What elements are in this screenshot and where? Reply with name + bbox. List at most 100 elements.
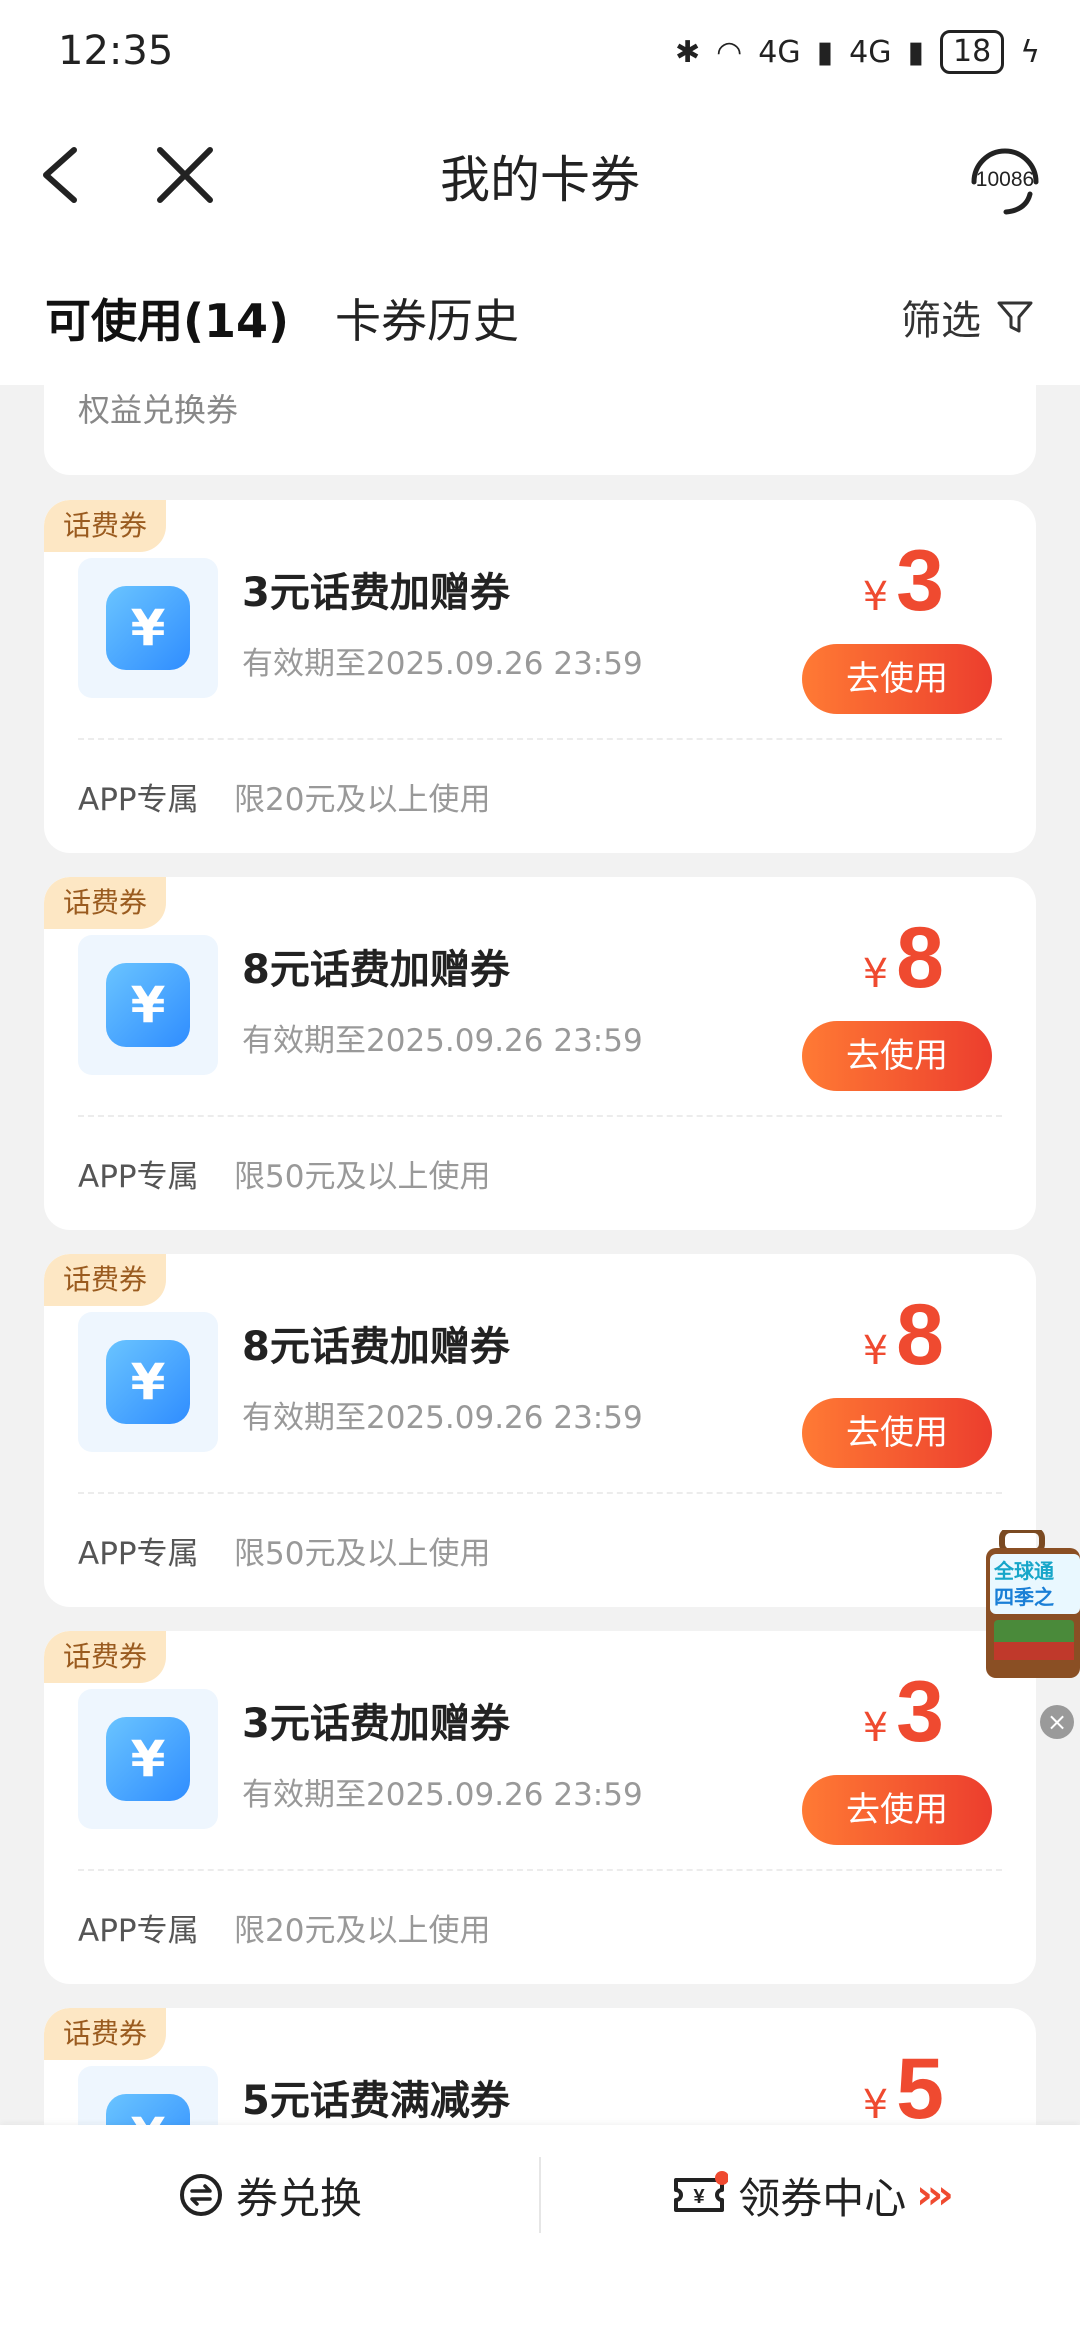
use-button[interactable]: 去使用 xyxy=(802,1398,992,1468)
bluetooth-icon: ✱ xyxy=(674,34,701,70)
coupon-tag: 话费券 xyxy=(44,1254,166,1306)
coupon-title: 8元话费加赠券 xyxy=(242,1324,510,1370)
dashed-divider xyxy=(78,738,1002,740)
yuan-icon: ¥ xyxy=(106,1717,190,1801)
price-value: 3 xyxy=(896,1664,944,1760)
tab-history[interactable]: 卡券历史 xyxy=(335,285,519,351)
ad-line-1: 全球通 xyxy=(993,1559,1054,1583)
coupon-icon-container: ¥ xyxy=(78,935,218,1075)
dashed-divider xyxy=(78,1492,1002,1494)
coupon-center-label: 领券中心 xyxy=(738,2173,907,2223)
funnel-icon xyxy=(997,301,1033,333)
previous-card-label: 权益兑换券 xyxy=(78,391,239,429)
coupon-list[interactable]: 权益兑换券 话费券 ¥ 3元话费加赠券 有效期至2025.09.26 23:59… xyxy=(0,385,1080,2125)
price-value: 5 xyxy=(896,2041,944,2125)
coupon-title: 3元话费加赠券 xyxy=(242,1701,510,1747)
use-button[interactable]: 去使用 xyxy=(802,1021,992,1091)
currency-symbol: ¥ xyxy=(862,951,889,997)
filter-label: 筛选 xyxy=(901,298,981,344)
coupon-validity: 有效期至2025.09.26 23:59 xyxy=(242,1400,643,1436)
dashed-divider xyxy=(78,1115,1002,1117)
coupon-card[interactable]: 话费券 ¥ 5元话费满减券 ¥5 xyxy=(44,2008,1036,2125)
status-bar: 12:35 ✱ ◠ 4G ▮ 4G ▮ 18 ϟ xyxy=(0,0,1080,110)
tab-available[interactable]: 可使用(14) xyxy=(45,285,289,351)
coupon-price: ¥3 xyxy=(863,1663,944,1762)
filter-button[interactable]: 筛选 xyxy=(901,288,1035,346)
wifi-icon: ◠ xyxy=(716,34,743,70)
coupon-tag: 话费券 xyxy=(44,877,166,929)
exchange-button[interactable]: 券兑换 xyxy=(0,2125,540,2265)
signal-label-2: 4G xyxy=(849,34,892,70)
yuan-icon: ¥ xyxy=(106,1340,190,1424)
headset-icon: 10086 xyxy=(971,148,1039,215)
use-button[interactable]: 去使用 xyxy=(802,644,992,714)
exchange-icon xyxy=(179,2174,222,2216)
coupon-icon-container: ¥ xyxy=(78,1689,218,1829)
coupon-validity: 有效期至2025.09.26 23:59 xyxy=(242,1777,643,1813)
coupon-limit: 限50元及以上使用 xyxy=(234,1159,491,1195)
coupon-card[interactable]: 话费券 ¥ 3元话费加赠券 有效期至2025.09.26 23:59 ¥3 去使… xyxy=(44,500,1036,853)
exchange-label: 券兑换 xyxy=(235,2173,362,2223)
page-title: 我的卡券 xyxy=(440,151,640,209)
coupon-validity: 有效期至2025.09.26 23:59 xyxy=(242,1023,643,1059)
nav-bar: 我的卡券 10086 xyxy=(0,110,1080,240)
coupon-icon-container: ¥ xyxy=(78,558,218,698)
coupon-icon-container: ¥ xyxy=(78,2066,218,2125)
currency-symbol: ¥ xyxy=(862,1328,889,1374)
yuan-icon: ¥ xyxy=(106,2094,190,2125)
dashed-divider xyxy=(78,1869,1002,1871)
suitcase-icon: 全球通 四季之 xyxy=(986,1527,1080,1678)
coupon-limit: 限50元及以上使用 xyxy=(234,1536,491,1572)
battery-indicator: 18 xyxy=(940,30,1005,74)
chevrons-right-icon: ››› xyxy=(916,2172,954,2218)
coupon-icon-container: ¥ xyxy=(78,1312,218,1452)
coupon-price: ¥3 xyxy=(863,532,944,631)
price-value: 3 xyxy=(896,533,944,629)
coupon-center-button[interactable]: ¥ 领券中心 ››› xyxy=(540,2125,1080,2265)
price-value: 8 xyxy=(896,1287,944,1383)
signal-icon: ▮ xyxy=(816,34,834,70)
price-value: 8 xyxy=(896,910,944,1006)
currency-symbol: ¥ xyxy=(862,1705,889,1751)
coupon-card[interactable]: 话费券 ¥ 8元话费加赠券 有效期至2025.09.26 23:59 ¥8 去使… xyxy=(44,877,1036,1230)
coupon-card[interactable]: 话费券 ¥ 3元话费加赠券 有效期至2025.09.26 23:59 ¥3 去使… xyxy=(44,1631,1036,1984)
coupon-channel: APP专属 xyxy=(78,1159,199,1195)
coupon-tag: 话费券 xyxy=(44,500,166,552)
previous-card[interactable]: 权益兑换券 xyxy=(44,385,1036,475)
charging-icon: ϟ xyxy=(1020,34,1040,70)
coupon-validity: 有效期至2025.09.26 23:59 xyxy=(242,646,643,682)
coupon-price: ¥8 xyxy=(863,1286,944,1385)
signal-label-1: 4G xyxy=(758,34,801,70)
coupon-price: ¥5 xyxy=(863,2040,944,2125)
coupon-price: ¥8 xyxy=(863,909,944,1008)
coupon-title: 8元话费加赠券 xyxy=(242,947,510,993)
floating-ad[interactable]: 全球通 四季之 xyxy=(980,1527,1080,1700)
signal-icon-2: ▮ xyxy=(907,34,925,70)
ad-line-2: 四季之 xyxy=(994,1585,1054,1609)
yuan-icon: ¥ xyxy=(106,963,190,1047)
currency-symbol: ¥ xyxy=(862,2082,889,2125)
coupon-limit: 限20元及以上使用 xyxy=(234,782,491,818)
status-time: 12:35 xyxy=(58,28,174,74)
coupon-channel: APP专属 xyxy=(78,782,199,818)
bottom-bar: 券兑换 ¥ 领券中心 ››› xyxy=(0,2125,1080,2340)
service-number: 10086 xyxy=(976,168,1034,191)
coupon-channel: APP专属 xyxy=(78,1913,199,1949)
ad-close-button[interactable]: × xyxy=(1040,1705,1074,1739)
ticket-icon: ¥ xyxy=(674,2171,729,2212)
customer-service-button[interactable]: 10086 xyxy=(960,132,1050,222)
coupon-limit: 限20元及以上使用 xyxy=(234,1913,491,1949)
yuan-icon: ¥ xyxy=(106,586,190,670)
coupon-title: 3元话费加赠券 xyxy=(242,570,510,616)
status-icons: ✱ ◠ 4G ▮ 4G ▮ 18 ϟ xyxy=(675,30,1040,74)
coupon-title: 5元话费满减券 xyxy=(242,2078,510,2124)
close-icon: × xyxy=(1046,1708,1068,1736)
tab-bar: 可使用(14) 卡券历史 筛选 xyxy=(0,240,1080,385)
use-button[interactable]: 去使用 xyxy=(802,1775,992,1845)
coupon-tag: 话费券 xyxy=(44,2008,166,2060)
coupon-card[interactable]: 话费券 ¥ 8元话费加赠券 有效期至2025.09.26 23:59 ¥8 去使… xyxy=(44,1254,1036,1607)
currency-symbol: ¥ xyxy=(862,574,889,620)
coupon-channel: APP专属 xyxy=(78,1536,199,1572)
coupon-tag: 话费券 xyxy=(44,1631,166,1683)
svg-text:¥: ¥ xyxy=(694,2186,706,2208)
